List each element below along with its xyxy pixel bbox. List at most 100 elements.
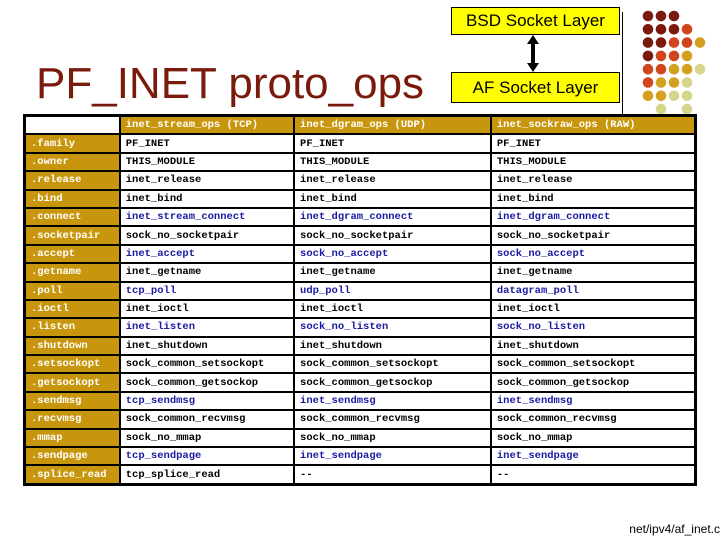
tcp-cell: inet_listen	[118, 317, 296, 338]
table-row: .owner THIS_MODULE THIS_MODULE THIS_MODULE	[23, 151, 697, 173]
row-key-cell: .listen	[23, 317, 121, 338]
raw-cell: sock_common_setsockopt	[489, 354, 697, 375]
udp-cell: udp_poll	[293, 280, 492, 301]
tcp-cell: inet_ioctl	[118, 298, 296, 320]
row-key-cell: .sendpage	[23, 446, 121, 467]
table-row: .recvmsg sock_common_recvmsg sock_common_r…	[23, 409, 697, 430]
tcp-cell: inet_release	[118, 170, 296, 191]
row-key-cell: .sendmsg	[23, 390, 121, 412]
tcp-cell: sock_common_setsockopt	[118, 354, 296, 375]
decorative-dot	[668, 50, 680, 62]
tcp-cell: tcp_splice_read	[118, 464, 296, 486]
decorative-dot	[655, 103, 667, 115]
decorative-dot	[642, 90, 654, 102]
table-row: .mmap sock_no_mmap sock_no_mmap sock_no_mma…	[23, 427, 697, 449]
raw-cell: THIS_MODULE	[489, 151, 697, 173]
tcp-cell: tcp_sendpage	[118, 446, 296, 467]
tcp-cell: inet_bind	[118, 188, 296, 209]
raw-cell: inet_dgram_connect	[489, 206, 697, 228]
header-tcp: inet_stream_ops (TCP)	[118, 114, 296, 136]
table-row: .shutdown inet_shutdown inet_shutdown inet_…	[23, 335, 697, 357]
row-key-cell: .accept	[23, 243, 121, 265]
header-corner-cell	[23, 114, 121, 136]
decorative-dot	[694, 37, 706, 48]
udp-cell: PF_INET	[293, 133, 492, 154]
proto-ops-table: inet_stream_ops (TCP) inet_dgram_ops (UD…	[23, 114, 697, 486]
row-key-cell: .poll	[23, 280, 121, 301]
tcp-cell: sock_no_socketpair	[118, 225, 296, 246]
header-raw: inet_sockraw_ops (RAW)	[489, 114, 697, 136]
udp-cell: inet_bind	[293, 188, 492, 209]
tcp-cell: inet_stream_connect	[118, 206, 296, 228]
tcp-cell: inet_shutdown	[118, 335, 296, 357]
table-row: .family PF_INET PF_INET PF_INET	[23, 133, 697, 154]
raw-cell: sock_no_mmap	[489, 427, 697, 449]
table-row: .accept inet_accept sock_no_accept sock_no_…	[23, 243, 697, 265]
raw-cell: inet_sendmsg	[489, 390, 697, 412]
udp-cell: sock_no_listen	[293, 317, 492, 338]
row-key-cell: .getname	[23, 262, 121, 283]
row-key-cell: .owner	[23, 151, 121, 173]
header-udp: inet_dgram_ops (UDP)	[293, 114, 492, 136]
table-row: .getname inet_getname inet_getname inet_get…	[23, 262, 697, 283]
raw-cell: sock_common_recvmsg	[489, 409, 697, 430]
raw-cell: inet_shutdown	[489, 335, 697, 357]
table-row: .sendmsg tcp_sendmsg inet_sendmsg inet_send…	[23, 390, 697, 412]
udp-cell: inet_release	[293, 170, 492, 191]
raw-cell: sock_no_listen	[489, 317, 697, 338]
tcp-cell: tcp_poll	[118, 280, 296, 301]
decorative-dot	[668, 24, 680, 35]
table-row: .splice_read tcp_splice_read -- --	[23, 464, 697, 486]
udp-cell: sock_common_recvmsg	[293, 409, 492, 430]
udp-cell: sock_common_setsockopt	[293, 354, 492, 375]
row-key-cell: .getsockopt	[23, 372, 121, 393]
tcp-cell: tcp_sendmsg	[118, 390, 296, 412]
tcp-cell: inet_accept	[118, 243, 296, 265]
raw-cell: sock_no_accept	[489, 243, 697, 265]
udp-cell: sock_no_accept	[293, 243, 492, 265]
table-row: .poll tcp_poll udp_poll datagram_poll	[23, 280, 697, 301]
decorative-dot	[668, 37, 680, 48]
decorative-dot	[681, 103, 693, 115]
decorative-dot	[655, 37, 667, 48]
raw-cell: inet_release	[489, 170, 697, 191]
udp-cell: inet_sendmsg	[293, 390, 492, 412]
raw-cell: --	[489, 464, 697, 486]
decorative-dot	[642, 24, 654, 35]
tcp-cell: sock_no_mmap	[118, 427, 296, 449]
raw-cell: inet_sendpage	[489, 446, 697, 467]
row-key-cell: .ioctl	[23, 298, 121, 320]
udp-cell: sock_no_socketpair	[293, 225, 492, 246]
decorative-dot	[655, 90, 667, 102]
table-row: .ioctl inet_ioctl inet_ioctl inet_ioctl	[23, 298, 697, 320]
udp-cell: inet_ioctl	[293, 298, 492, 320]
decorative-dot	[681, 90, 693, 102]
decorative-dot	[655, 10, 667, 22]
decorative-dot	[642, 10, 654, 22]
raw-cell: inet_bind	[489, 188, 697, 209]
table-row: .sendpage tcp_sendpage inet_sendpage inet_s…	[23, 446, 697, 467]
tcp-cell: THIS_MODULE	[118, 151, 296, 173]
decorative-dot	[655, 77, 667, 88]
decorative-dot	[655, 50, 667, 62]
table-row: .connect inet_stream_connect inet_dgram_co…	[23, 206, 697, 228]
row-key-cell: .family	[23, 133, 121, 154]
row-key-cell: .connect	[23, 206, 121, 228]
table-row: .setsockopt sock_common_setsockopt sock_co…	[23, 354, 697, 375]
tcp-cell: sock_common_recvmsg	[118, 409, 296, 430]
source-file-caption: net/ipv4/af_inet.c	[629, 522, 720, 536]
tcp-cell: PF_INET	[118, 133, 296, 154]
row-key-cell: .socketpair	[23, 225, 121, 246]
raw-cell: inet_ioctl	[489, 298, 697, 320]
decorative-dot	[681, 24, 693, 35]
decorative-dot-grid	[642, 10, 706, 115]
decorative-dot	[655, 24, 667, 35]
decorative-dot	[668, 90, 680, 102]
table-row: .getsockopt sock_common_getsockop sock_com…	[23, 372, 697, 393]
udp-cell: inet_dgram_connect	[293, 206, 492, 228]
table-row: .socketpair sock_no_socketpair sock_no_soc…	[23, 225, 697, 246]
raw-cell: sock_common_getsockop	[489, 372, 697, 393]
row-key-cell: .splice_read	[23, 464, 121, 486]
row-key-cell: .setsockopt	[23, 354, 121, 375]
decorative-dot	[681, 63, 693, 75]
